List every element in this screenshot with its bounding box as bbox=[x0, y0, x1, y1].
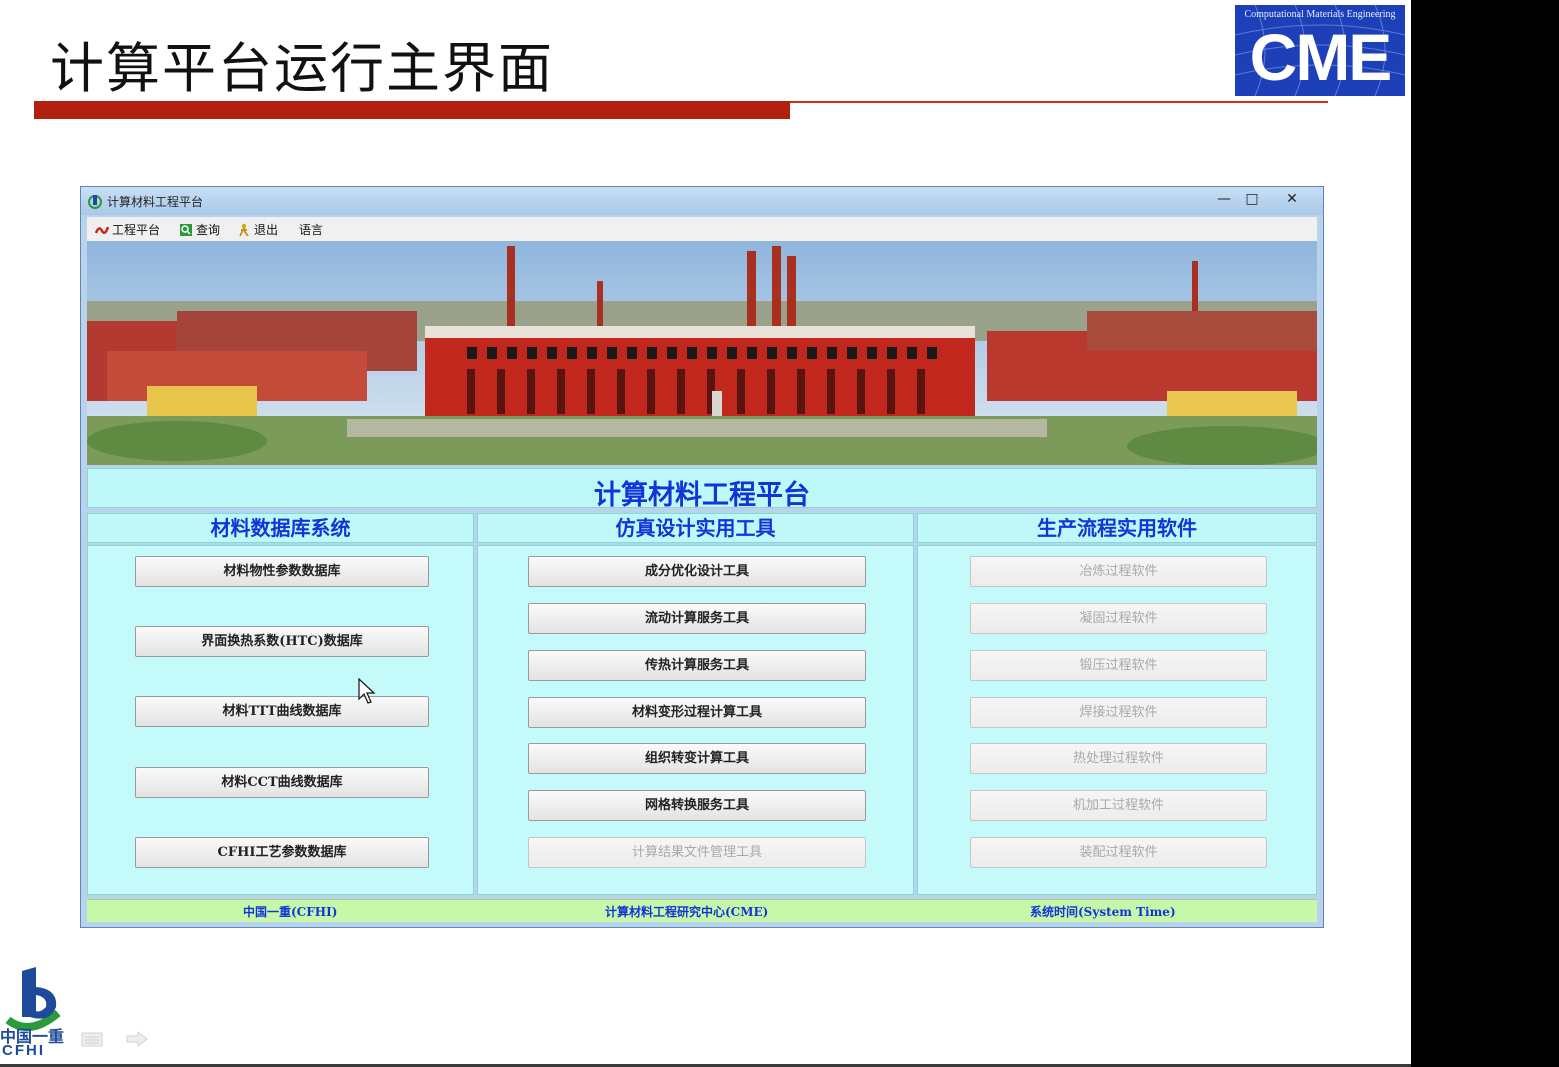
material-properties-db-button[interactable]: 材料物性参数数据库 bbox=[135, 556, 429, 587]
cct-curve-db-button[interactable]: 材料CCT曲线数据库 bbox=[135, 767, 429, 798]
heat-transfer-calc-button[interactable]: 传热计算服务工具 bbox=[528, 650, 866, 681]
menu-bar: 工程平台 查询 退出 语言 bbox=[87, 217, 1317, 242]
mesh-conversion-button[interactable]: 网格转换服务工具 bbox=[528, 790, 866, 821]
status-bar: 中国一重(CFHI) 计算材料工程研究中心(CME) 系统时间(System T… bbox=[87, 899, 1317, 922]
column-heading-simulation-tools: 仿真设计实用工具 bbox=[477, 513, 914, 543]
menu-query[interactable]: 查询 bbox=[179, 221, 220, 238]
composition-design-button[interactable]: 成分优化设计工具 bbox=[528, 556, 866, 587]
welding-software-button[interactable]: 焊接过程软件 bbox=[970, 697, 1267, 728]
menu-label: 工程平台 bbox=[112, 223, 161, 237]
minimize-button[interactable]: — bbox=[1210, 189, 1238, 209]
menu-exit[interactable]: 退出 bbox=[237, 221, 278, 238]
slide-menu-icon[interactable] bbox=[80, 1030, 104, 1048]
title-underline-thick bbox=[34, 101, 790, 119]
status-research-center: 计算材料工程研究中心(CME) bbox=[605, 905, 769, 919]
deformation-calc-button[interactable]: 材料变形过程计算工具 bbox=[528, 697, 866, 728]
slide-next-arrow-icon[interactable] bbox=[125, 1030, 149, 1048]
platform-header: 计算材料工程平台 bbox=[87, 468, 1317, 511]
mouse-cursor-icon bbox=[358, 678, 376, 704]
slide-title: 计算平台运行主界面 bbox=[50, 37, 554, 100]
menu-label: 退出 bbox=[254, 223, 279, 237]
forging-software-button[interactable]: 锻压过程软件 bbox=[970, 650, 1267, 681]
cme-logo-text: CME bbox=[1249, 20, 1393, 94]
close-button[interactable]: ✕ bbox=[1278, 189, 1306, 209]
smelting-software-button[interactable]: 冶炼过程软件 bbox=[970, 556, 1267, 587]
factory-panorama-image bbox=[87, 241, 1317, 465]
menu-language[interactable]: 语言 bbox=[299, 221, 323, 238]
heat-treatment-software-button[interactable]: 热处理过程软件 bbox=[970, 743, 1267, 774]
microstructure-calc-button[interactable]: 组织转变计算工具 bbox=[528, 743, 866, 774]
flow-calc-button[interactable]: 流动计算服务工具 bbox=[528, 603, 866, 634]
cme-logo: Computational Materials Engineering CME bbox=[1235, 5, 1405, 96]
result-file-manager-button[interactable]: 计算结果文件管理工具 bbox=[528, 837, 866, 868]
simulation-tools-panel: 成分优化设计工具 流动计算服务工具 传热计算服务工具 材料变形过程计算工具 组织… bbox=[477, 545, 914, 895]
ttt-curve-db-button[interactable]: 材料TTT曲线数据库 bbox=[135, 696, 429, 727]
menu-label: 语言 bbox=[299, 223, 324, 237]
materials-db-panel: 材料物性参数数据库 界面换热系数(HTC)数据库 材料TTT曲线数据库 材料CC… bbox=[87, 545, 474, 895]
cfhi-process-db-button[interactable]: CFHI工艺参数数据库 bbox=[135, 837, 429, 868]
cfhi-logo-text-en: CFHI bbox=[2, 1042, 45, 1059]
black-side-strip bbox=[1411, 0, 1559, 1067]
production-software-panel: 冶炼过程软件 凝固过程软件 锻压过程软件 焊接过程软件 热处理过程软件 机加工过… bbox=[917, 545, 1317, 895]
platform-title: 计算材料工程平台 bbox=[594, 480, 810, 511]
exit-icon bbox=[239, 223, 249, 236]
search-icon bbox=[180, 223, 192, 236]
machining-software-button[interactable]: 机加工过程软件 bbox=[970, 790, 1267, 821]
window-title: 计算材料工程平台 bbox=[107, 195, 204, 209]
menu-label: 查询 bbox=[196, 223, 221, 237]
status-company: 中国一重(CFHI) bbox=[243, 905, 338, 919]
assembly-software-button[interactable]: 装配过程软件 bbox=[970, 837, 1267, 868]
solidification-software-button[interactable]: 凝固过程软件 bbox=[970, 603, 1267, 634]
app-icon bbox=[88, 195, 102, 209]
menu-platform[interactable]: 工程平台 bbox=[95, 221, 160, 238]
status-system-time: 系统时间(System Time) bbox=[1030, 905, 1176, 919]
htc-db-button[interactable]: 界面换热系数(HTC)数据库 bbox=[135, 626, 429, 657]
window-titlebar[interactable]: 计算材料工程平台 — □ ✕ bbox=[81, 187, 1323, 215]
column-heading-materials-db: 材料数据库系统 bbox=[87, 513, 474, 543]
title-underline-thin bbox=[790, 101, 1328, 103]
maximize-button[interactable]: □ bbox=[1238, 189, 1266, 209]
app-window: 计算材料工程平台 — □ ✕ 工程平台 查询 退出 语言 计算材料工程平台 材料… bbox=[80, 186, 1324, 928]
column-heading-production-software: 生产流程实用软件 bbox=[917, 513, 1317, 543]
platform-icon bbox=[95, 226, 109, 234]
